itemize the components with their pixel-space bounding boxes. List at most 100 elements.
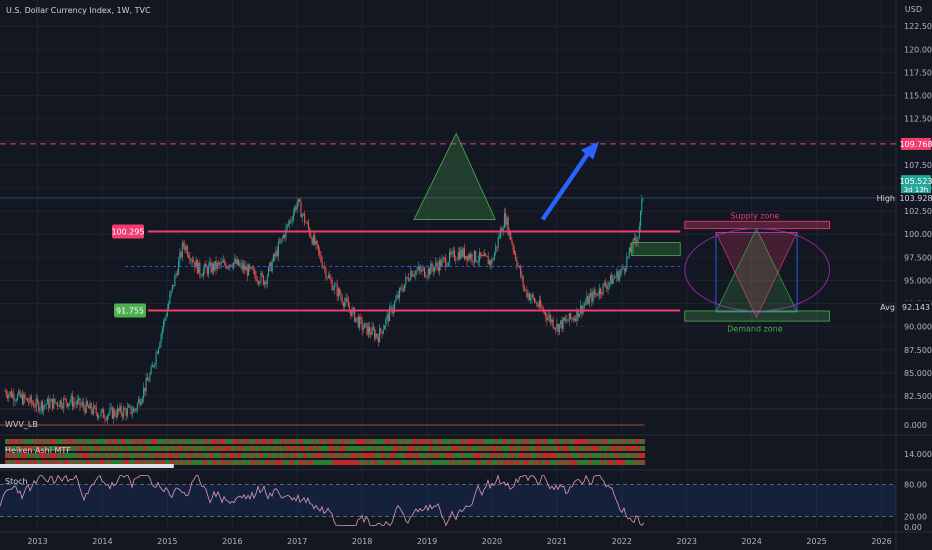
ha-cell bbox=[487, 460, 490, 465]
ha-cell bbox=[41, 439, 44, 444]
ha-cell bbox=[225, 446, 228, 451]
ha-cell bbox=[341, 439, 344, 444]
ha-cell bbox=[187, 439, 190, 444]
ha-cell bbox=[333, 439, 336, 444]
candle-body bbox=[601, 293, 603, 295]
candle-body bbox=[85, 401, 87, 413]
ha-cell bbox=[327, 446, 330, 451]
ha-cell bbox=[589, 446, 592, 451]
ha-cell bbox=[89, 453, 92, 458]
ha-cell bbox=[97, 453, 100, 458]
ha-cell bbox=[465, 446, 468, 451]
ha-cell bbox=[507, 453, 510, 458]
ha-cell bbox=[255, 446, 258, 451]
ha-cell bbox=[459, 446, 462, 451]
ha-cell bbox=[247, 453, 250, 458]
ha-cell bbox=[371, 439, 374, 444]
candle-body bbox=[586, 296, 588, 304]
ha-cell bbox=[471, 460, 474, 465]
ha-cell bbox=[163, 453, 166, 458]
candle-body bbox=[55, 402, 57, 404]
candle-body bbox=[441, 259, 443, 267]
ha-cell bbox=[95, 446, 98, 451]
ha-cell bbox=[263, 446, 266, 451]
candle-body bbox=[75, 403, 77, 405]
ha-cell bbox=[199, 446, 202, 451]
candle-body bbox=[409, 279, 411, 281]
ha-cell bbox=[149, 446, 152, 451]
candle-body bbox=[381, 331, 383, 334]
ha-cell bbox=[309, 460, 312, 465]
ha-cell bbox=[559, 453, 562, 458]
ha-cell bbox=[287, 439, 290, 444]
wvv-axis-label: 0.000 bbox=[904, 421, 927, 430]
candle-body bbox=[305, 222, 307, 224]
candle-body bbox=[463, 248, 466, 259]
ha-cell bbox=[413, 446, 416, 451]
ha-cell bbox=[279, 446, 282, 451]
candle-body bbox=[130, 405, 132, 414]
ha-cell bbox=[335, 446, 338, 451]
ha-cell bbox=[569, 453, 572, 458]
candle-body bbox=[538, 300, 540, 307]
ha-cell bbox=[407, 446, 410, 451]
ha-cell bbox=[409, 453, 412, 458]
candle-body bbox=[291, 220, 293, 221]
ha-cell bbox=[287, 453, 290, 458]
ha-cell bbox=[633, 453, 636, 458]
ha-cell bbox=[611, 460, 614, 465]
candle-body bbox=[493, 253, 496, 261]
candle-body bbox=[86, 401, 88, 406]
ha-cell bbox=[177, 439, 180, 444]
candle-body bbox=[100, 410, 102, 416]
ha-cell bbox=[519, 460, 522, 465]
ha-cell bbox=[187, 460, 190, 465]
ha-cell bbox=[259, 446, 262, 451]
ha-cell bbox=[397, 439, 400, 444]
ha-cell bbox=[497, 460, 500, 465]
candle-body bbox=[98, 416, 100, 418]
ha-cell bbox=[531, 446, 534, 451]
ha-cell bbox=[283, 460, 286, 465]
candle-body bbox=[377, 336, 379, 343]
ha-cell bbox=[243, 446, 246, 451]
ha-cell bbox=[625, 460, 628, 465]
ha-cell bbox=[597, 439, 600, 444]
ha-cell bbox=[411, 446, 414, 451]
ha-cell bbox=[485, 460, 488, 465]
ha-cell bbox=[163, 439, 166, 444]
ha-cell bbox=[383, 446, 386, 451]
ha-cell bbox=[309, 439, 312, 444]
ha-cell bbox=[521, 460, 524, 465]
ha-cell bbox=[213, 446, 216, 451]
candle-body bbox=[123, 408, 125, 417]
ha-cell bbox=[293, 453, 296, 458]
candle-body bbox=[629, 247, 632, 253]
ha-cell bbox=[585, 446, 588, 451]
ha-cell bbox=[535, 439, 538, 444]
ha-cell bbox=[213, 460, 216, 465]
ha-cell bbox=[11, 439, 14, 444]
ha-cell bbox=[451, 446, 454, 451]
candle-body bbox=[580, 305, 582, 314]
ha-cell bbox=[109, 439, 112, 444]
ha-cell bbox=[267, 453, 270, 458]
candle-body bbox=[70, 395, 72, 402]
ha-cell bbox=[469, 439, 472, 444]
ha-cell bbox=[105, 439, 108, 444]
ha-cell bbox=[177, 446, 180, 451]
candle-body bbox=[613, 277, 615, 279]
candle-body bbox=[523, 286, 525, 290]
ha-cell bbox=[569, 439, 572, 444]
ha-cell bbox=[197, 446, 200, 451]
ha-cell bbox=[581, 453, 584, 458]
candle-body bbox=[342, 302, 344, 307]
ha-cell bbox=[85, 446, 88, 451]
ha-cell bbox=[361, 460, 364, 465]
ha-cell bbox=[151, 439, 154, 444]
price-chart[interactable]: 100.29591.755Supply zoneDemand zone122.5… bbox=[0, 0, 932, 550]
supply-zone-rect[interactable] bbox=[684, 220, 830, 230]
candle-body bbox=[169, 294, 171, 304]
ha-cell bbox=[451, 453, 454, 458]
target-box-drawing[interactable] bbox=[631, 242, 681, 256]
